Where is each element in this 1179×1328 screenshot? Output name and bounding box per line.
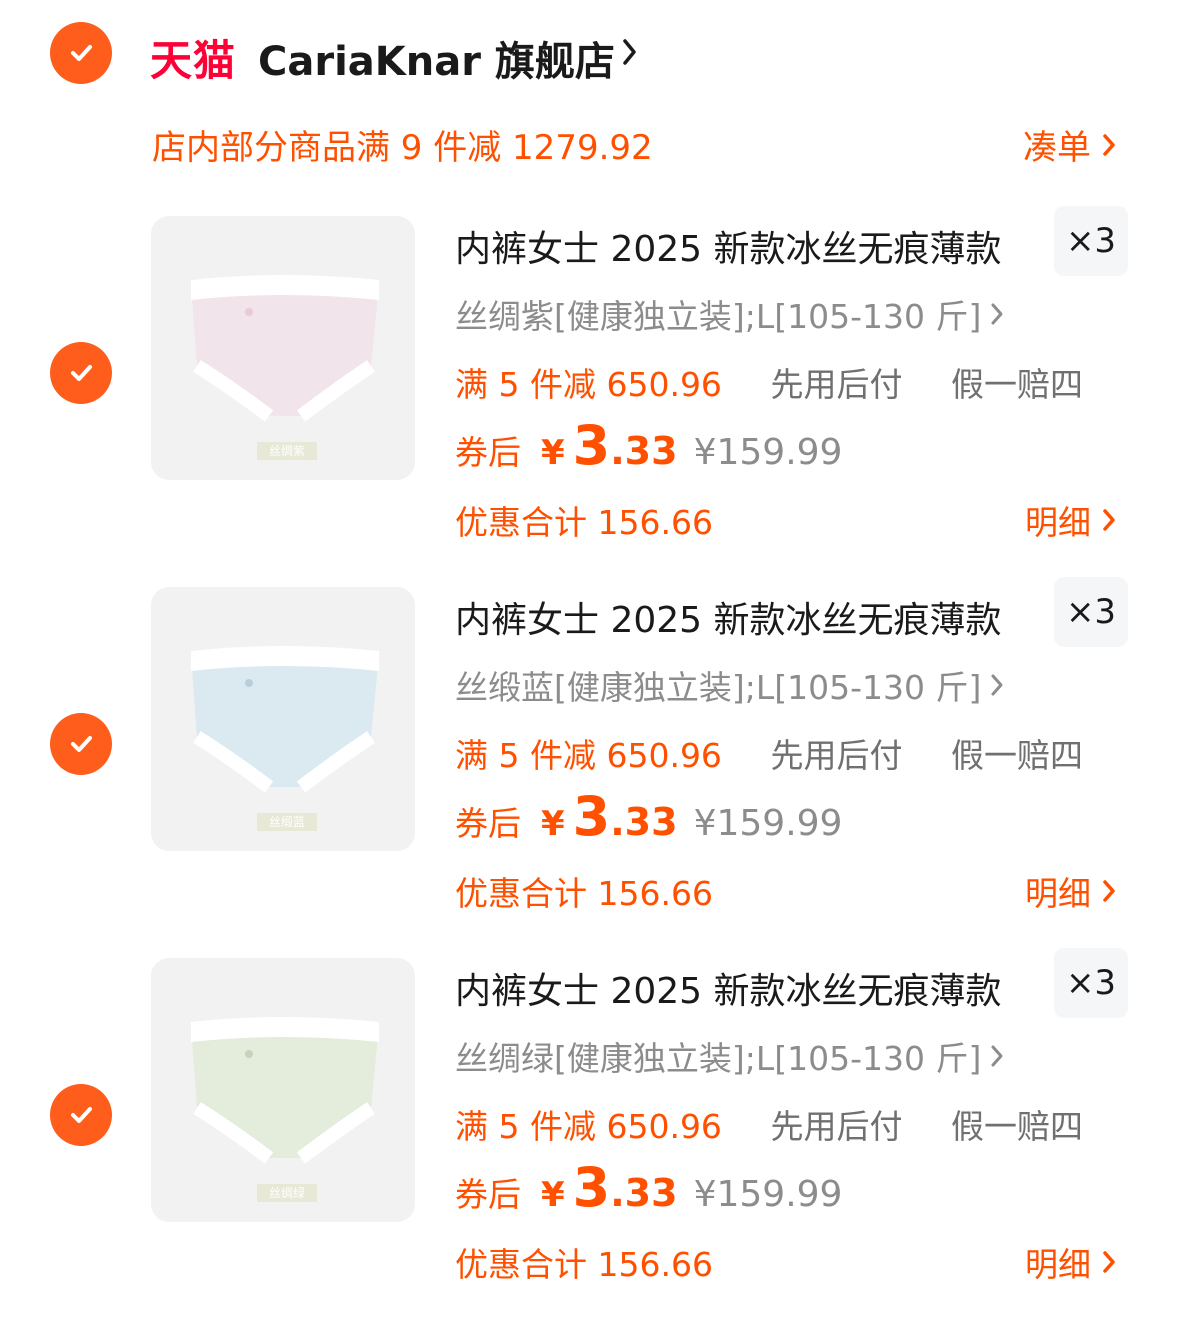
currency-symbol: ¥: [541, 433, 565, 473]
color-tag: 丝绸绿: [257, 1184, 317, 1202]
price-label: 券后: [455, 433, 521, 472]
price-decimal: .33: [610, 429, 678, 473]
sku-selector[interactable]: 丝绸紫[健康独立装];L[105-130 斤]: [455, 290, 1005, 338]
total-saving: 优惠合计 156.66: [455, 874, 713, 913]
add-on-items-label: 凑单: [1023, 128, 1091, 168]
product-title[interactable]: 内裤女士 2025 新款冰丝无痕薄款: [455, 591, 1002, 643]
chevron-right-icon: [1103, 880, 1115, 902]
discount-tag: 满 5 件减 650.96: [455, 1107, 722, 1146]
price-row: 券后 ¥ 3 .33 ¥159.99: [455, 414, 842, 478]
checkmark-icon: [71, 736, 92, 752]
color-tag: 丝绸紫: [257, 442, 317, 460]
promo-tags: 满 5 件减 650.96 先用后付 假一赔四: [455, 1100, 1121, 1148]
cart-item: 丝绸绿 内裤女士 2025 新款冰丝无痕薄款 ×3 丝绸绿[健康独立装];L[1…: [0, 948, 1179, 1328]
price-integer: 3: [572, 414, 611, 477]
detail-label: 明细: [1025, 503, 1091, 542]
original-price: ¥159.99: [693, 803, 843, 844]
chevron-right-icon: [1103, 1251, 1115, 1273]
chevron-right-icon: [991, 1045, 1003, 1067]
detail-label: 明细: [1025, 1245, 1091, 1284]
saving-detail-link[interactable]: 明细: [1025, 867, 1117, 915]
guarantee-tag: 假一赔四: [950, 736, 1083, 775]
price-label: 券后: [455, 804, 521, 843]
product-image[interactable]: 丝缎蓝: [151, 587, 415, 851]
product-image[interactable]: 丝绸绿: [151, 958, 415, 1222]
quantity-badge[interactable]: ×3: [1054, 948, 1128, 1018]
currency-symbol: ¥: [541, 804, 565, 844]
item-select-checkbox[interactable]: [50, 1084, 112, 1146]
saving-detail-link[interactable]: 明细: [1025, 1238, 1117, 1286]
total-saving: 优惠合计 156.66: [455, 503, 713, 542]
promo-tags: 满 5 件减 650.96 先用后付 假一赔四: [455, 358, 1121, 406]
cart-item: 丝绸紫 内裤女士 2025 新款冰丝无痕薄款 ×3 丝绸紫[健康独立装];L[1…: [0, 206, 1179, 586]
checkmark-icon: [71, 365, 92, 381]
price-row: 券后 ¥ 3 .33 ¥159.99: [455, 1156, 842, 1220]
chevron-right-icon: [1103, 133, 1115, 156]
saving-detail-link[interactable]: 明细: [1025, 496, 1117, 544]
item-select-checkbox[interactable]: [50, 342, 112, 404]
promo-tags: 满 5 件减 650.96 先用后付 假一赔四: [455, 729, 1121, 777]
discount-tag: 满 5 件减 650.96: [455, 736, 722, 775]
tmall-logo[interactable]: 天猫: [150, 27, 236, 88]
store-select-checkbox[interactable]: [50, 22, 112, 84]
price-integer: 3: [572, 1156, 611, 1219]
price-row: 券后 ¥ 3 .33 ¥159.99: [455, 785, 842, 849]
chevron-right-icon[interactable]: [620, 36, 640, 72]
original-price: ¥159.99: [693, 1174, 843, 1215]
underwear-image: [191, 646, 379, 793]
store-promo-text: 店内部分商品满 9 件减 1279.92: [152, 128, 653, 168]
cart-item: 丝缎蓝 内裤女士 2025 新款冰丝无痕薄款 ×3 丝缎蓝[健康独立装];L[1…: [0, 577, 1179, 957]
detail-label: 明细: [1025, 874, 1091, 913]
store-name[interactable]: CariaKnar 旗舰店: [258, 29, 615, 87]
underwear-image: [191, 275, 379, 422]
checkmark-icon: [71, 1107, 92, 1123]
total-saving: 优惠合计 156.66: [455, 1245, 713, 1284]
price-label: 券后: [455, 1175, 521, 1214]
quantity-badge[interactable]: ×3: [1054, 206, 1128, 276]
sku-text: 丝绸绿[健康独立装];L[105-130 斤]: [455, 1039, 982, 1078]
chevron-right-icon: [991, 303, 1003, 325]
item-select-checkbox[interactable]: [50, 713, 112, 775]
sku-selector[interactable]: 丝绸绿[健康独立装];L[105-130 斤]: [455, 1032, 1005, 1080]
add-on-items-link[interactable]: 凑单: [1023, 120, 1117, 169]
price-integer: 3: [572, 785, 611, 848]
price-decimal: .33: [610, 800, 678, 844]
checkmark-icon: [71, 45, 92, 61]
price-decimal: .33: [610, 1171, 678, 1215]
guarantee-tag: 假一赔四: [950, 365, 1083, 404]
chevron-right-icon: [991, 674, 1003, 696]
chevron-right-icon: [1103, 509, 1115, 531]
pay-later-tag: 先用后付: [770, 1107, 903, 1146]
original-price: ¥159.99: [693, 432, 843, 473]
sku-selector[interactable]: 丝缎蓝[健康独立装];L[105-130 斤]: [455, 661, 1005, 709]
color-tag: 丝缎蓝: [257, 813, 317, 831]
underwear-image: [191, 1017, 379, 1164]
discount-tag: 满 5 件减 650.96: [455, 365, 722, 404]
store-header: 天猫 CariaKnar 旗舰店: [0, 0, 1179, 110]
product-image[interactable]: 丝绸紫: [151, 216, 415, 480]
product-title[interactable]: 内裤女士 2025 新款冰丝无痕薄款: [455, 220, 1002, 272]
pay-later-tag: 先用后付: [770, 365, 903, 404]
sku-text: 丝缎蓝[健康独立装];L[105-130 斤]: [455, 668, 982, 707]
pay-later-tag: 先用后付: [770, 736, 903, 775]
product-title[interactable]: 内裤女士 2025 新款冰丝无痕薄款: [455, 962, 1002, 1014]
quantity-badge[interactable]: ×3: [1054, 577, 1128, 647]
currency-symbol: ¥: [541, 1175, 565, 1215]
guarantee-tag: 假一赔四: [950, 1107, 1083, 1146]
sku-text: 丝绸紫[健康独立装];L[105-130 斤]: [455, 297, 982, 336]
